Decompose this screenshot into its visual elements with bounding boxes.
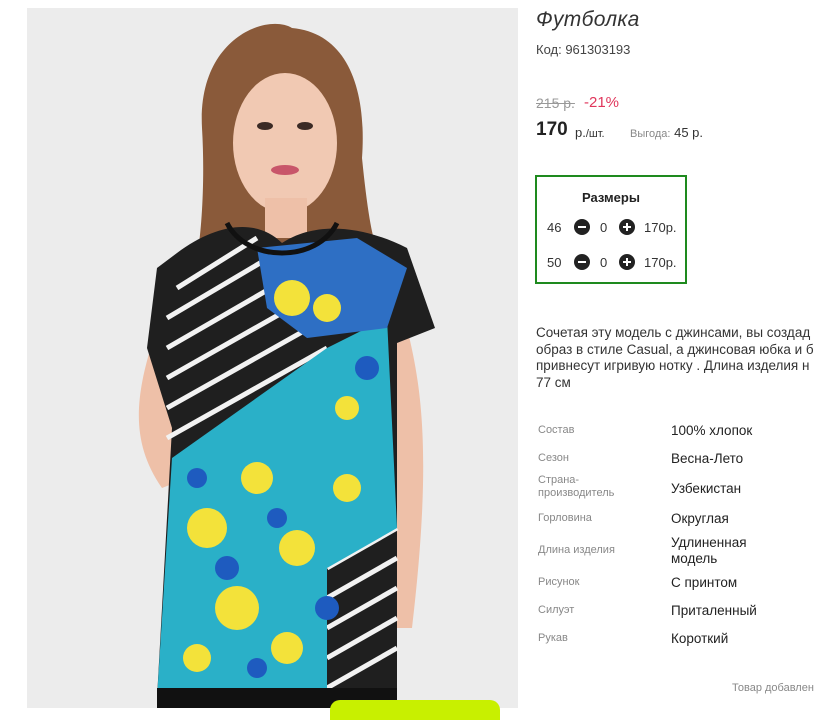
- property-key: Состав: [538, 424, 575, 436]
- property-value: Удлиненная модель: [671, 535, 747, 566]
- price-unit: р./шт.: [575, 125, 605, 140]
- property-key: Силуэт: [538, 604, 575, 616]
- added-notice: Товар добавлен: [732, 682, 814, 694]
- property-key: Рисунок: [538, 576, 580, 588]
- description-line: Сочетая эту модель с джинсами, вы создад: [536, 325, 811, 340]
- sizes-title: Размеры: [582, 190, 640, 205]
- minus-icon[interactable]: [574, 254, 590, 270]
- size-quantity: 0: [600, 220, 608, 235]
- savings-value: 45 р.: [674, 125, 704, 140]
- current-price: 170: [536, 119, 568, 140]
- size-row: 50 0 170р.: [537, 253, 687, 273]
- plus-icon[interactable]: [619, 254, 635, 270]
- size-quantity: 0: [600, 255, 608, 270]
- property-key: Горловина: [538, 512, 592, 524]
- property-value: 100% хлопок: [671, 423, 753, 438]
- size-row: 46 0 170р.: [537, 218, 687, 238]
- savings: Выгода: 45 р.: [630, 125, 703, 140]
- property-value: Приталенный: [671, 603, 757, 618]
- description-line: 77 см: [536, 374, 571, 390]
- sizes-panel: Размеры 46 0 170р. 50 0 170р.: [535, 175, 687, 284]
- size-label: 50: [547, 255, 562, 270]
- discount-badge: -21%: [584, 94, 620, 111]
- minus-icon[interactable]: [574, 219, 590, 235]
- product-description: Сочетая эту модель с джинсами, вы создад…: [536, 325, 820, 391]
- property-value: Узбекистан: [671, 481, 742, 496]
- description-line: образ в стиле Casual, а джинсовая юбка и…: [536, 341, 814, 357]
- property-key: Сезон: [538, 452, 569, 464]
- plus-icon[interactable]: [619, 219, 635, 235]
- property-value: С принтом: [671, 575, 738, 590]
- property-value: Округлая: [671, 511, 729, 526]
- property-value: Весна-Лето: [671, 451, 744, 466]
- product-image: [27, 8, 518, 708]
- product-photo[interactable]: [27, 8, 518, 708]
- property-value: Короткий: [671, 631, 729, 646]
- product-code: Код: 961303193: [536, 42, 631, 57]
- price-unit-main: р.: [575, 125, 586, 140]
- description-line: привнесут игривую нотку . Длина изделия …: [536, 358, 810, 373]
- savings-label: Выгода:: [630, 128, 671, 140]
- price-unit-suffix: /шт.: [585, 128, 605, 140]
- size-price: 170р.: [644, 255, 677, 270]
- old-price: 215 р.: [536, 95, 575, 111]
- size-price: 170р.: [644, 220, 677, 235]
- property-key: Страна-производитель: [538, 474, 615, 499]
- floating-green-tab[interactable]: [330, 700, 500, 720]
- size-label: 46: [547, 220, 562, 235]
- product-title: Футболка: [536, 8, 640, 31]
- property-key: Длина изделия: [538, 544, 615, 556]
- property-key: Рукав: [538, 632, 568, 644]
